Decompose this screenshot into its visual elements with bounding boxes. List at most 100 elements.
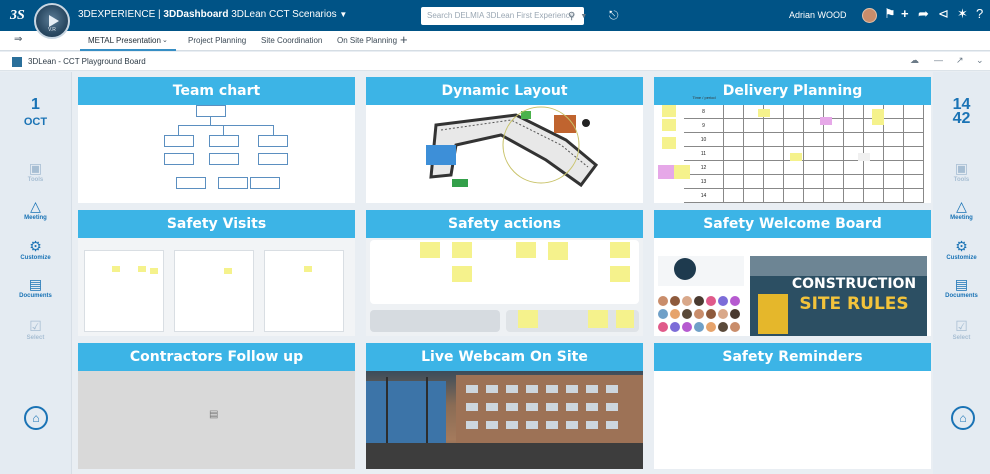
grid-cell[interactable] xyxy=(724,105,744,119)
grid-cell[interactable] xyxy=(844,161,864,175)
grid-cell[interactable] xyxy=(884,133,904,147)
grid-cell[interactable] xyxy=(744,119,764,133)
tab-metal-presentation[interactable]: METAL Presentation xyxy=(88,36,161,45)
app-title[interactable]: 3DEXPERIENCE | 3DDashboard 3DLean CCT Sc… xyxy=(78,9,347,20)
maximize-icon[interactable]: ↗ xyxy=(956,55,964,66)
menu-icon[interactable]: ⇒ xyxy=(14,34,22,45)
help-icon[interactable]: ? xyxy=(976,6,983,21)
tile-contractors-follow-up[interactable]: Contractors Follow up ▤ xyxy=(78,343,355,469)
grid-cell[interactable] xyxy=(864,175,884,189)
grid-cell[interactable] xyxy=(724,147,744,161)
chevron-down-icon[interactable]: ▼ xyxy=(580,13,587,20)
minimize-icon[interactable]: — xyxy=(934,55,943,65)
grid-cell[interactable] xyxy=(744,175,764,189)
grid-cell[interactable] xyxy=(804,133,824,147)
grid-cell[interactable] xyxy=(744,133,764,147)
share-icon[interactable]: ➦ xyxy=(918,6,929,22)
tab-on-site-planning[interactable]: On Site Planning xyxy=(337,36,397,45)
grid-cell[interactable] xyxy=(884,147,904,161)
grid-cell[interactable] xyxy=(904,189,924,203)
meeting-button[interactable]: △ Meeting xyxy=(933,198,990,221)
select-button[interactable]: ☑ Select xyxy=(933,318,990,341)
grid-cell[interactable] xyxy=(784,105,804,119)
grid-cell[interactable] xyxy=(904,119,924,133)
grid-cell[interactable] xyxy=(824,161,844,175)
grid-cell[interactable] xyxy=(884,175,904,189)
tile-team-chart[interactable]: Team chart xyxy=(78,77,355,203)
tab-site-coordination[interactable]: Site Coordination xyxy=(261,36,322,45)
select-button[interactable]: ☑ Select xyxy=(0,318,71,341)
grid-cell[interactable] xyxy=(764,133,784,147)
tag-icon[interactable]: ⎋ xyxy=(609,8,619,23)
grid-cell[interactable] xyxy=(764,161,784,175)
tile-safety-visits[interactable]: Safety Visits xyxy=(78,210,355,336)
grid-cell[interactable] xyxy=(744,161,764,175)
grid-cell[interactable] xyxy=(804,189,824,203)
grid-cell[interactable] xyxy=(904,147,924,161)
documents-button[interactable]: ▤ Documents xyxy=(0,276,71,299)
grid-cell[interactable] xyxy=(804,147,824,161)
tools-icon[interactable]: ✶ xyxy=(957,6,968,22)
grid-cell[interactable] xyxy=(844,189,864,203)
grid-cell[interactable] xyxy=(784,119,804,133)
tile-dynamic-layout[interactable]: Dynamic Layout xyxy=(366,77,643,203)
grid-cell[interactable] xyxy=(804,175,824,189)
social-share-icon[interactable]: ⊲ xyxy=(938,6,949,22)
tile-delivery-planning[interactable]: Delivery Planning Time / period 8 9 10 11 12… xyxy=(654,77,931,203)
tile-live-webcam[interactable]: Live Webcam On Site xyxy=(366,343,643,469)
grid-cell[interactable] xyxy=(864,161,884,175)
add-icon[interactable]: + xyxy=(901,6,909,21)
grid-cell[interactable] xyxy=(724,119,744,133)
grid-cell[interactable] xyxy=(884,119,904,133)
tile-safety-reminders[interactable]: Safety Reminders xyxy=(654,343,931,469)
home-button[interactable]: ⌂ xyxy=(24,406,48,430)
ds-logo[interactable]: 3S xyxy=(10,8,25,24)
avatar[interactable] xyxy=(862,8,877,23)
customize-button[interactable]: ⚙ Customize xyxy=(933,238,990,261)
grid-cell[interactable] xyxy=(864,189,884,203)
tab-project-planning[interactable]: Project Planning xyxy=(188,36,246,45)
notification-icon[interactable]: ⚑ xyxy=(884,6,896,22)
grid-cell[interactable] xyxy=(824,175,844,189)
documents-button[interactable]: ▤ Documents xyxy=(933,276,990,299)
grid-cell[interactable] xyxy=(904,133,924,147)
grid-cell[interactable] xyxy=(724,189,744,203)
grid-cell[interactable] xyxy=(824,133,844,147)
grid-cell[interactable] xyxy=(764,189,784,203)
grid-cell[interactable] xyxy=(904,105,924,119)
user-name[interactable]: Adrian WOOD xyxy=(789,10,847,20)
compass-icon[interactable]: V.R xyxy=(34,3,70,39)
grid-cell[interactable] xyxy=(844,119,864,133)
grid-cell[interactable] xyxy=(884,105,904,119)
cloud-icon[interactable]: ☁ xyxy=(910,55,919,66)
grid-cell[interactable] xyxy=(784,175,804,189)
grid-cell[interactable] xyxy=(864,133,884,147)
grid-cell[interactable] xyxy=(844,133,864,147)
add-tab-icon[interactable]: + xyxy=(400,32,408,47)
grid-cell[interactable] xyxy=(784,133,804,147)
search-input[interactable]: Search DELMIA 3DLean First Experience xyxy=(421,7,584,25)
chevron-down-icon[interactable]: ⌄ xyxy=(976,55,984,66)
grid-cell[interactable] xyxy=(884,161,904,175)
chevron-down-icon[interactable]: ⌄ xyxy=(162,36,168,44)
grid-cell[interactable] xyxy=(824,147,844,161)
grid-cell[interactable] xyxy=(904,175,924,189)
grid-cell[interactable] xyxy=(784,189,804,203)
tile-safety-welcome-board[interactable]: Safety Welcome Board CONSTRUCTION SITE R… xyxy=(654,210,931,336)
tools-button[interactable]: ▣ Tools xyxy=(933,160,990,183)
search-icon[interactable]: ⚲ xyxy=(568,11,575,22)
grid-cell[interactable] xyxy=(724,175,744,189)
meeting-button[interactable]: △ Meeting xyxy=(0,198,71,221)
grid-cell[interactable] xyxy=(764,175,784,189)
customize-button[interactable]: ⚙ Customize xyxy=(0,238,71,261)
grid-cell[interactable] xyxy=(724,161,744,175)
tools-button[interactable]: ▣ Tools xyxy=(0,160,71,183)
grid-cell[interactable] xyxy=(804,161,824,175)
tile-safety-actions[interactable]: Safety actions xyxy=(366,210,643,336)
grid-cell[interactable] xyxy=(824,189,844,203)
grid-cell[interactable] xyxy=(744,189,764,203)
grid-cell[interactable] xyxy=(744,147,764,161)
home-button[interactable]: ⌂ xyxy=(951,406,975,430)
grid-cell[interactable] xyxy=(764,119,784,133)
grid-cell[interactable] xyxy=(904,161,924,175)
